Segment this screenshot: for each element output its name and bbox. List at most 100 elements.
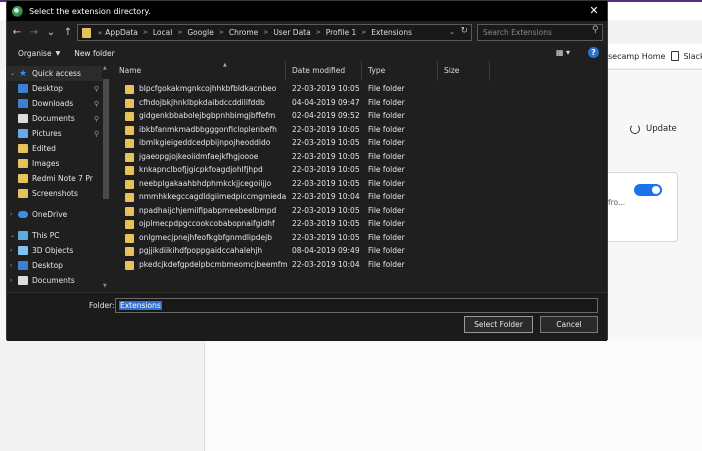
column-size[interactable]: Size (438, 61, 490, 81)
chevron-right-icon: > (361, 29, 367, 36)
folder-icon (125, 98, 134, 108)
document-icon (671, 51, 680, 61)
folder-icon (125, 179, 134, 189)
file-list-header: ▲ Name Date modified Type Size (113, 61, 603, 81)
nav-item-3d-objects[interactable]: › 3D Objects (7, 243, 102, 258)
desktop-icon (18, 84, 28, 93)
breadcrumb-google[interactable]: Google (187, 28, 213, 37)
nav-pane-scroll-thumb[interactable] (103, 79, 109, 199)
sidebar-panel (0, 340, 205, 451)
extension-enable-toggle[interactable] (634, 184, 662, 196)
expand-chevron-icon[interactable]: ⌄ (10, 232, 18, 239)
expand-chevron-icon[interactable]: ⌄ (10, 70, 18, 77)
folder-name-input[interactable]: Extensions (115, 298, 598, 313)
pin-icon: ⚲ (93, 129, 99, 138)
extension-description: fro... (608, 198, 626, 207)
3d-objects-icon (18, 246, 28, 255)
search-icon: ⚲ (592, 25, 599, 35)
nav-item-screenshots[interactable]: Screenshots (7, 186, 102, 201)
nav-item-pc-desktop[interactable]: › Desktop (7, 258, 102, 273)
overflow-chevron-icon[interactable]: « (98, 29, 102, 37)
pin-icon: ⚲ (93, 114, 99, 123)
help-icon[interactable]: ? (588, 47, 599, 58)
scroll-up-icon[interactable]: ▲ (103, 65, 107, 71)
nav-item-documents[interactable]: Documents ⚲ (7, 111, 102, 126)
search-input[interactable]: Search Extensions (477, 24, 603, 41)
close-button[interactable]: ✕ (587, 4, 601, 18)
list-item[interactable]: knkapnclbofjjgicpkfoagdjohlfjhpd 22-03-20… (113, 164, 603, 178)
list-item[interactable]: pgjjikdiikihdfpoppgaidccahalehjh 08-04-20… (113, 245, 603, 259)
nav-item-desktop[interactable]: Desktop ⚲ (7, 81, 102, 96)
breadcrumb-user-data[interactable]: User Data (273, 28, 310, 37)
star-icon: ★ (18, 68, 28, 79)
column-date-modified[interactable]: Date modified (286, 61, 362, 81)
list-item[interactable]: npadhaijchjemiifipabpmeebeelbmpd 22-03-20… (113, 205, 603, 219)
chevron-down-icon[interactable]: ▼ (56, 50, 61, 57)
chevron-right-icon: > (263, 29, 269, 36)
column-type[interactable]: Type (362, 61, 438, 81)
new-folder-button[interactable]: New folder (74, 49, 115, 58)
folder-icon (18, 159, 28, 168)
chevron-right-icon: > (218, 29, 224, 36)
folder-icon (125, 260, 134, 270)
update-button[interactable]: Update (646, 124, 677, 134)
forward-arrow-icon[interactable]: → (27, 26, 41, 40)
up-arrow-icon[interactable]: ↑ (61, 26, 75, 40)
dialog-title: Select the extension directory. (29, 6, 151, 16)
scroll-down-icon[interactable]: ▼ (103, 283, 107, 289)
folder-icon (82, 27, 91, 38)
list-item[interactable]: nmmhkkegccagdldgiimedpiccmgmieda 22-03-20… (113, 191, 603, 205)
bookmark-basecamp[interactable]: secamp Home (608, 52, 665, 61)
folder-icon (125, 152, 134, 162)
breadcrumb-extensions[interactable]: Extensions (371, 28, 412, 37)
navigation-bar: ← → ⌄ ↑ « AppData > Local > Google > Chrome… (7, 21, 607, 45)
expand-chevron-icon[interactable]: › (10, 262, 18, 269)
list-item[interactable]: ibkbfanmkmadbbgggonficloplenbefh 22-03-20… (113, 124, 603, 138)
nav-item-edited[interactable]: Edited (7, 141, 102, 156)
column-name[interactable]: Name (113, 61, 286, 81)
bookmark-slack[interactable]: Slackb (671, 51, 702, 61)
expand-chevron-icon[interactable]: › (10, 247, 18, 254)
list-item[interactable]: pkedcjkdefgpdelpbcmbmeomcjbeemfm 22-03-20… (113, 259, 603, 273)
address-bar[interactable]: « AppData > Local > Google > Chrome > User D… (77, 24, 472, 41)
pictures-icon (18, 129, 28, 138)
nav-item-this-pc[interactable]: ⌄ This PC (7, 228, 102, 243)
nav-item-downloads[interactable]: Downloads ⚲ (7, 96, 102, 111)
recent-locations-chevron-icon[interactable]: ⌄ (44, 26, 58, 40)
list-item[interactable]: onlgmecjpnejhfeofkgbfgnmdlipdejb 22-03-20… (113, 232, 603, 246)
refresh-icon (630, 124, 640, 134)
nav-item-quick-access[interactable]: ⌄ ★ Quick access (7, 66, 102, 81)
extensions-actions: Update (608, 124, 677, 134)
nav-item-redmi-note-7[interactable]: Redmi Note 7 Pr (7, 171, 102, 186)
breadcrumb-local[interactable]: Local (153, 28, 172, 37)
list-item[interactable]: jgaeopgjojkeoiidmfaejkfhgjoooe 22-03-2019… (113, 151, 603, 165)
nav-item-onedrive[interactable]: › OneDrive (7, 207, 102, 222)
list-item[interactable]: neebplgakaahbhdphmkckjjcegoiijjo 22-03-20… (113, 178, 603, 192)
expand-chevron-icon[interactable]: › (10, 277, 18, 284)
list-item[interactable]: ojplmecpdpgccookcobabopnaifgidhf 22-03-20… (113, 218, 603, 232)
select-folder-button[interactable]: Select Folder (464, 316, 533, 333)
nav-item-images[interactable]: Images (7, 156, 102, 171)
nav-item-pictures[interactable]: Pictures ⚲ (7, 126, 102, 141)
downloads-icon (18, 99, 28, 108)
list-item[interactable]: cfhdojbkjhnklbpkdaibdccddilifddb 04-04-20… (113, 97, 603, 111)
nav-item-pc-documents[interactable]: › Documents (7, 273, 102, 288)
onedrive-icon (18, 211, 28, 218)
breadcrumb-chrome[interactable]: Chrome (229, 28, 258, 37)
list-item[interactable]: blpcfgokakmgnkcojhhkbfbldkacnbeo 22-03-20… (113, 83, 603, 97)
breadcrumb-profile-1[interactable]: Profile 1 (326, 28, 356, 37)
cancel-button[interactable]: Cancel (540, 316, 598, 333)
back-arrow-icon[interactable]: ← (10, 26, 24, 40)
view-options-icon[interactable]: ▦ ▾ (556, 48, 570, 57)
refresh-icon[interactable]: ↻ (460, 26, 468, 36)
documents-icon (18, 276, 28, 285)
breadcrumb-appdata[interactable]: AppData (105, 28, 138, 37)
address-dropdown-icon[interactable]: ⌄ (449, 28, 455, 36)
list-item[interactable]: ibmlkgieigeddcedpbijnpojheoddido 22-03-20… (113, 137, 603, 151)
organise-menu-button[interactable]: Organise (18, 49, 52, 58)
pc-icon (18, 231, 28, 240)
list-item[interactable]: gidgenkbbabolejbgbpnhbimgjbffefm 02-04-20… (113, 110, 603, 124)
expand-chevron-icon[interactable]: › (10, 211, 18, 218)
folder-icon (125, 206, 134, 216)
folder-icon (125, 166, 134, 175)
